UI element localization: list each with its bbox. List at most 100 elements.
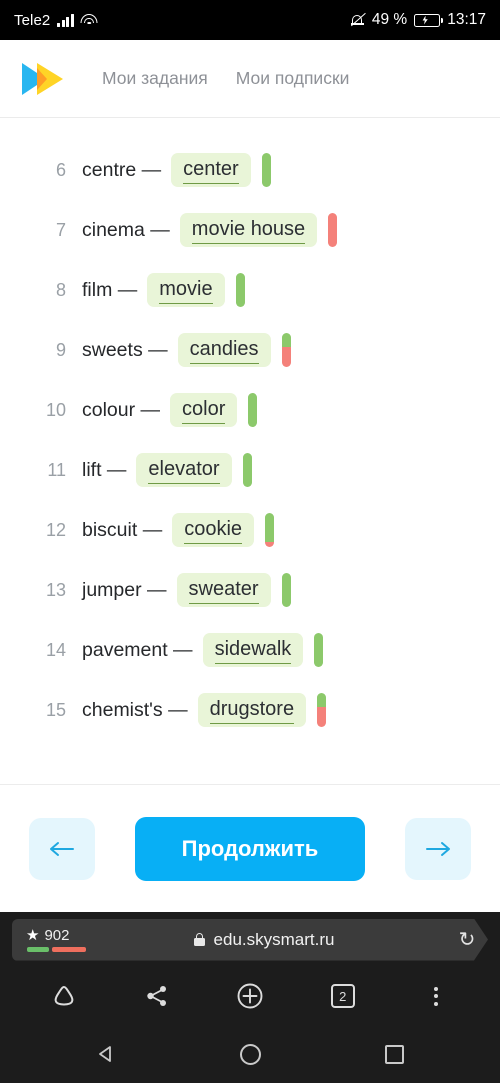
system-home-button[interactable] <box>237 1041 263 1067</box>
score-bar-correct <box>281 333 291 347</box>
row-prompt: biscuit — <box>82 518 163 541</box>
answer-box[interactable]: movie house <box>179 213 318 247</box>
row-prompt: sweets — <box>82 338 168 361</box>
arrow-right-icon <box>426 841 450 856</box>
main-nav: Мои задания Мои подписки <box>102 68 349 89</box>
system-recents-button[interactable] <box>381 1041 407 1067</box>
address-bar[interactable]: ★ 902 edu.skysmart.ru ↻ <box>12 919 488 961</box>
recents-square-icon <box>384 1044 404 1064</box>
answer-box[interactable]: color <box>170 393 238 427</box>
answer-box[interactable]: center <box>171 153 251 187</box>
row-prompt: pavement — <box>82 638 193 661</box>
score-bar <box>281 333 291 367</box>
score-bar-correct <box>242 453 252 487</box>
url-label: edu.skysmart.ru <box>213 929 335 949</box>
answer-text: sidewalk <box>214 638 292 664</box>
answer-box[interactable]: movie <box>147 273 225 307</box>
signal-icon <box>57 13 74 27</box>
score-bar-correct <box>317 693 327 707</box>
row-number: 8 <box>55 279 66 300</box>
system-nav-bar <box>0 1025 500 1083</box>
score-bar <box>242 453 252 487</box>
exercise-row: 9 sweets — candies <box>0 320 500 380</box>
row-number: 13 <box>45 579 66 600</box>
answer-text: drugstore <box>209 698 295 724</box>
answer-text: candies <box>189 338 259 364</box>
score-bar <box>328 213 338 247</box>
row-prompt: chemist's — <box>82 698 188 721</box>
answer-text: elevator <box>148 458 220 484</box>
answer-box[interactable]: elevator <box>136 453 232 487</box>
score-bar-correct <box>265 513 275 542</box>
row-number: 7 <box>55 219 66 240</box>
row-number: 12 <box>45 519 66 540</box>
wifi-icon <box>80 13 98 27</box>
nav-item-my-tasks[interactable]: Мои задания <box>102 68 208 89</box>
new-tab-icon <box>237 983 263 1009</box>
url-display[interactable]: edu.skysmart.ru <box>78 930 450 950</box>
home-button[interactable] <box>44 976 84 1016</box>
prev-button[interactable] <box>29 817 95 880</box>
skysmart-logo-icon[interactable] <box>22 59 74 99</box>
browser-chrome: ★ 902 edu.skysmart.ru ↻ 2 <box>0 912 500 1025</box>
answer-box[interactable]: sidewalk <box>202 633 304 667</box>
answer-box[interactable]: candies <box>177 333 271 367</box>
score-bar-correct <box>248 393 258 427</box>
tab-count-badge: 2 <box>330 984 355 1008</box>
exercise-row: 14 pavement — sidewalk <box>0 620 500 680</box>
new-tab-button[interactable] <box>230 976 270 1016</box>
row-number: 14 <box>45 639 66 660</box>
browser-url-row: ★ 902 edu.skysmart.ru ↻ <box>0 912 500 967</box>
score-bar <box>317 693 327 727</box>
nav-item-my-subscriptions[interactable]: Мои подписки <box>236 68 350 89</box>
status-bar-right: 49 % 13:17 <box>350 11 486 29</box>
answer-text: color <box>182 398 226 424</box>
row-number: 11 <box>47 459 66 480</box>
answer-text: cookie <box>184 518 243 544</box>
exercise-footer: Продолжить <box>0 784 500 912</box>
row-number: 6 <box>55 159 66 180</box>
score-bar-correct <box>314 633 324 667</box>
next-button[interactable] <box>405 817 471 880</box>
score-bar <box>235 273 245 307</box>
answer-text: movie house <box>191 218 306 244</box>
share-button[interactable] <box>137 976 177 1016</box>
exercise-row: 7 cinema — movie house <box>0 200 500 260</box>
row-prompt: lift — <box>82 458 127 481</box>
answer-text: sweater <box>188 578 259 604</box>
continue-button[interactable]: Продолжить <box>135 816 365 881</box>
battery-icon <box>414 13 444 27</box>
score-bar-correct <box>235 273 245 307</box>
row-prompt: centre — <box>82 158 162 181</box>
exercise-row: 12 biscuit — cookie <box>0 500 500 560</box>
exercise-row: 10 colour — color <box>0 380 500 440</box>
answer-box[interactable]: cookie <box>172 513 255 547</box>
blocked-count-label: 902 <box>44 927 70 944</box>
score-bar-correct <box>261 153 271 187</box>
row-prompt: colour — <box>82 398 161 421</box>
row-prompt: cinema — <box>82 218 170 241</box>
tab-switcher-button[interactable]: 2 <box>323 976 363 1016</box>
exercise-list: 6 centre — center 7 cinema — movie house 8 film… <box>0 118 500 784</box>
system-back-button[interactable] <box>93 1041 119 1067</box>
answer-box[interactable]: sweater <box>176 573 271 607</box>
back-triangle-icon <box>99 1046 111 1062</box>
overflow-menu-button[interactable] <box>416 976 456 1016</box>
score-bar-incorrect <box>265 541 275 547</box>
answer-box[interactable]: drugstore <box>197 693 307 727</box>
browser-toolbar: 2 <box>0 967 500 1025</box>
row-number: 9 <box>55 339 66 360</box>
home-circle-icon <box>239 1043 261 1065</box>
exercise-row: 13 jumper — sweater <box>0 560 500 620</box>
home-icon <box>55 985 74 1006</box>
star-icon: ★ <box>26 927 40 944</box>
reload-button[interactable]: ↻ <box>450 927 484 952</box>
clock-label: 13:17 <box>447 11 486 28</box>
row-prompt: film — <box>82 278 138 301</box>
app-header: Мои задания Мои подписки <box>0 40 500 118</box>
row-number: 10 <box>45 399 66 420</box>
carrier-label: Tele2 <box>14 11 51 29</box>
overflow-menu-icon <box>433 986 438 1006</box>
phone-screen: Tele2 49 % 13:17 Мои задания Мои подписк… <box>0 0 500 1083</box>
score-bar-incorrect <box>328 213 338 247</box>
